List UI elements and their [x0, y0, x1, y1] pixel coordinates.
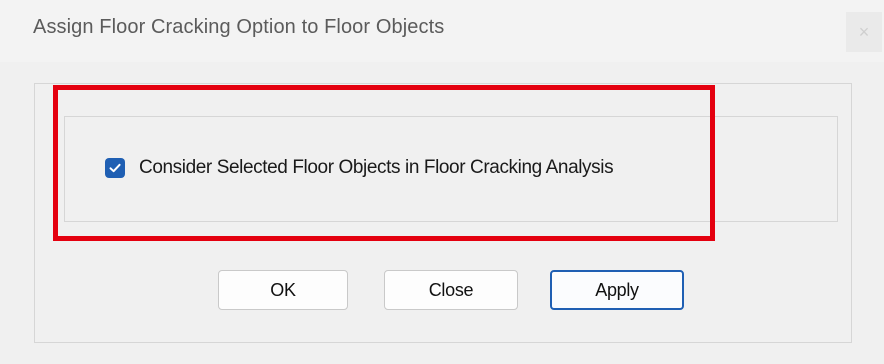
checkmark-icon — [109, 163, 121, 173]
consider-floor-cracking-checkbox[interactable] — [105, 158, 125, 178]
close-window-button[interactable]: × — [846, 12, 882, 52]
window-title: Assign Floor Cracking Option to Floor Ob… — [33, 16, 445, 38]
apply-button[interactable]: Apply — [550, 270, 684, 310]
title-bar: Assign Floor Cracking Option to Floor Ob… — [0, 0, 884, 62]
dialog-window: Assign Floor Cracking Option to Floor Ob… — [0, 0, 884, 364]
close-icon: × — [858, 21, 870, 42]
consider-floor-cracking-option[interactable]: Consider Selected Floor Objects in Floor… — [105, 157, 614, 179]
consider-floor-cracking-label: Consider Selected Floor Objects in Floor… — [139, 157, 614, 178]
close-button[interactable]: Close — [384, 270, 518, 310]
ok-button[interactable]: OK — [218, 270, 348, 310]
